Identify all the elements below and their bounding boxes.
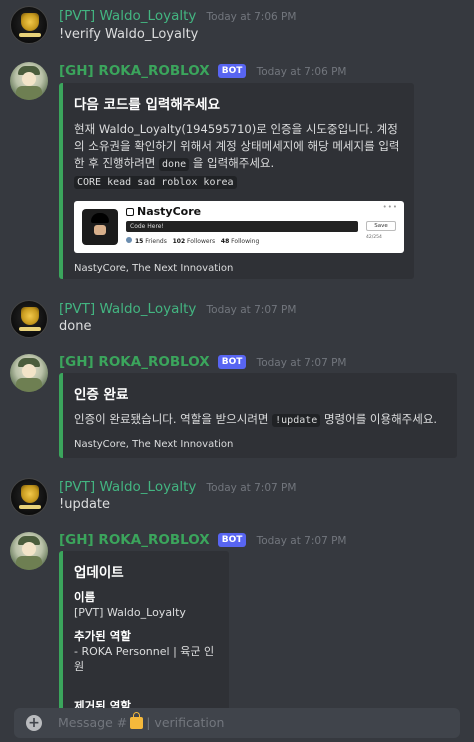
username[interactable]: [GH] ROKA_ROBLOX xyxy=(59,354,210,370)
embed-title: 인증 완료 xyxy=(74,387,129,403)
message-composer[interactable]: + Message # | verification xyxy=(14,708,460,738)
embed: 인증 완료 인증이 완료됐습니다. 역할을 받으시려면 !update 명령어를… xyxy=(59,373,457,458)
embed-footer: NastyCore, The Next Innovation xyxy=(74,263,234,274)
embed: 다음 코드를 입력해주세요 현재 Waldo_Loyalty(194595710… xyxy=(59,83,414,279)
user-avatar[interactable] xyxy=(10,478,48,516)
user-avatar[interactable] xyxy=(10,300,48,338)
desc-text: 을 입력해주세요. xyxy=(192,156,275,170)
username[interactable]: [PVT] Waldo_Loyalty xyxy=(59,479,196,495)
timestamp: Today at 7:07 PM xyxy=(256,535,347,547)
bot-tag: BOT xyxy=(217,533,247,547)
user-avatar[interactable] xyxy=(10,6,48,44)
plus-icon[interactable]: + xyxy=(26,715,42,731)
bot-avatar[interactable] xyxy=(10,354,48,392)
message-text: done xyxy=(59,319,92,334)
desc-text: 명령어를 이용해주세요. xyxy=(323,412,438,426)
field-name: 추가된 역할 xyxy=(74,629,131,643)
embed-footer: NastyCore, The Next Innovation xyxy=(74,439,234,450)
embed-title: 업데이트 xyxy=(74,565,124,581)
username[interactable]: [PVT] Waldo_Loyalty xyxy=(59,301,196,317)
inline-code: done xyxy=(159,158,190,171)
bot-tag: BOT xyxy=(217,355,247,369)
char-count: 42/254 xyxy=(366,235,382,240)
timestamp: Today at 7:07 PM xyxy=(256,357,347,369)
save-button: Save xyxy=(366,221,396,231)
embed-title: 다음 코드를 입력해주세요 xyxy=(74,97,221,113)
more-icon: ••• xyxy=(382,203,398,211)
timestamp: Today at 7:07 PM xyxy=(206,304,297,316)
embed-description: 인증이 완료됐습니다. 역할을 받으시려면 !update 명령어를 이용해주세… xyxy=(74,411,445,429)
placeholder-text: Message # xyxy=(58,715,128,730)
lock-icon xyxy=(130,712,144,729)
bot-avatar[interactable] xyxy=(10,532,48,570)
roblox-icon xyxy=(126,208,134,216)
embed-image[interactable]: ••• NastyCore Code Here! Save 15 Friends… xyxy=(74,201,404,253)
username[interactable]: [PVT] Waldo_Loyalty xyxy=(59,8,196,24)
message-input[interactable]: Message # | verification xyxy=(58,712,225,730)
embed-description: 현재 Waldo_Loyalty(194595710)로 인증을 시도중입니다.… xyxy=(74,121,402,191)
field-value: [PVT] Waldo_Loyalty xyxy=(74,606,186,619)
username[interactable]: [GH] ROKA_ROBLOX xyxy=(59,63,210,79)
message-text: !verify Waldo_Loyalty xyxy=(59,27,199,42)
field-value: - ROKA Personnel | 육군 인원 xyxy=(74,645,215,673)
badge-icon xyxy=(126,237,132,243)
embed: 업데이트 이름 [PVT] Waldo_Loyalty 추가된 역할 - ROK… xyxy=(59,551,229,713)
username[interactable]: [GH] ROKA_ROBLOX xyxy=(59,532,210,548)
message-text: !update xyxy=(59,497,111,512)
bot-avatar[interactable] xyxy=(10,62,48,100)
inline-code: !update xyxy=(272,414,321,427)
status-input: Code Here! xyxy=(126,221,358,232)
desc-text: 인증이 완료됐습니다. 역할을 받으시려면 xyxy=(74,412,269,426)
code-block: CORE kead sad roblox korea xyxy=(74,176,237,189)
field-name: 이름 xyxy=(74,590,96,604)
channel-name: | verification xyxy=(146,715,225,730)
timestamp: Today at 7:06 PM xyxy=(206,11,297,23)
timestamp: Today at 7:06 PM xyxy=(256,66,347,78)
profile-name: NastyCore xyxy=(126,205,201,218)
profile-avatar xyxy=(82,209,118,245)
timestamp: Today at 7:07 PM xyxy=(206,482,297,494)
bot-tag: BOT xyxy=(217,64,247,78)
profile-stats: 15 Friends 102 Followers 48 Following xyxy=(126,237,259,245)
